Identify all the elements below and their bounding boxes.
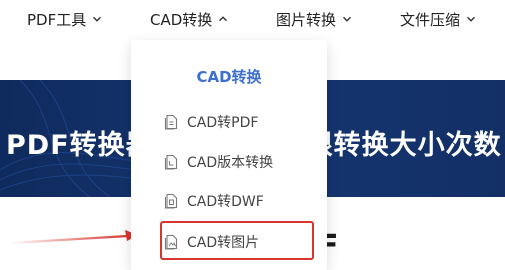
document-icon (164, 114, 178, 130)
chevron-up-icon (219, 16, 228, 22)
nav-item-image-convert[interactable]: 图片转换 (276, 9, 352, 29)
nav-item-label: PDF工具 (27, 10, 87, 29)
cad-convert-dropdown: CAD转换 CAD转PDF CAD版本转换 CAD转DWF CAD转图片 (131, 40, 327, 270)
image-file-icon (164, 234, 178, 250)
chevron-down-icon (93, 16, 102, 22)
hero-title-right: 限转换大小次数 (305, 130, 502, 161)
menu-item-cad-to-image[interactable]: CAD转图片 (164, 231, 259, 253)
nav-item-file-compress[interactable]: 文件压缩 (400, 9, 476, 29)
nav-item-label: CAD转换 (150, 10, 213, 29)
menu-item-label: CAD版本转换 (187, 155, 274, 171)
document-icon (164, 154, 178, 170)
menu-item-label: CAD转PDF (187, 115, 259, 131)
nav-item-pdf-tools[interactable]: PDF工具 (27, 9, 102, 29)
top-nav: PDF工具 CAD转换 图片转换 文件压缩 (0, 0, 505, 40)
menu-item-label: CAD转图片 (187, 235, 260, 251)
menu-item-label: CAD转DWF (187, 194, 264, 210)
nav-item-label: 文件压缩 (400, 10, 461, 29)
menu-item-cad-to-dwf[interactable]: CAD转DWF (164, 190, 264, 212)
document-icon (164, 193, 178, 209)
nav-item-label: 图片转换 (276, 10, 337, 29)
menu-item-cad-to-pdf[interactable]: CAD转PDF (164, 111, 258, 133)
chevron-down-icon (467, 16, 476, 22)
dropdown-title: CAD转换 (196, 68, 262, 86)
nav-item-cad-convert[interactable]: CAD转换 (150, 9, 228, 29)
menu-item-cad-version-convert[interactable]: CAD版本转换 (164, 151, 273, 173)
chevron-down-icon (343, 16, 352, 22)
